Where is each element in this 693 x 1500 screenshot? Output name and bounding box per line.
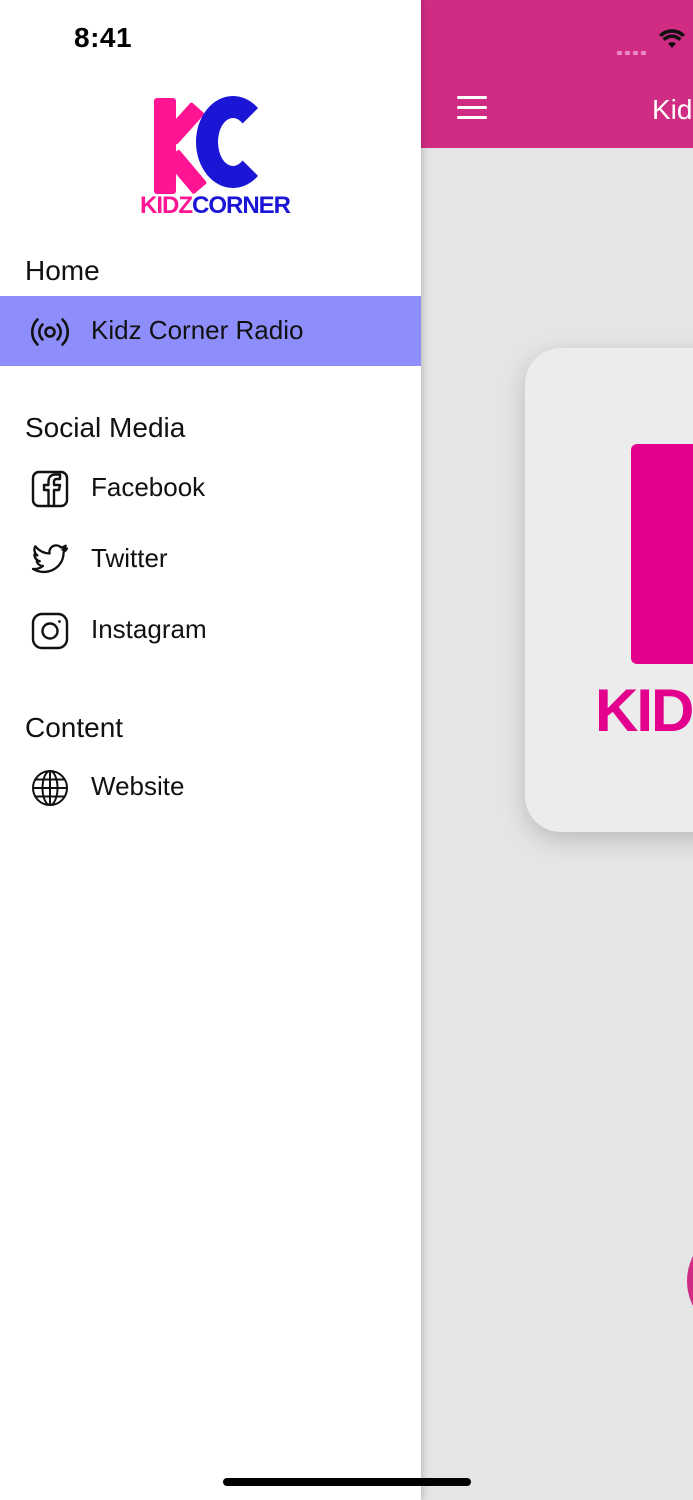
status-time: 8:41 <box>74 22 133 53</box>
home-indicator[interactable] <box>223 1478 471 1486</box>
menu-item-label: Kidz Corner Radio <box>91 315 304 345</box>
main-content: Kidz Corner Radio KIDZ <box>421 0 693 1500</box>
radio-broadcast-icon <box>30 318 70 346</box>
menu-item-label: Facebook <box>91 472 206 502</box>
twitter-icon <box>31 544 69 574</box>
section-title-home: Home <box>25 255 100 286</box>
cellular-signal-icon <box>617 42 651 55</box>
navigation-drawer: 8:41 KIDZCORNER Home Kidz Corner Radio S… <box>0 0 421 1500</box>
menu-item-label: Instagram <box>91 614 207 644</box>
status-icons <box>513 26 693 56</box>
menu-item-twitter[interactable]: Twitter <box>0 524 421 594</box>
menu-item-label: Twitter <box>91 543 168 573</box>
instagram-icon <box>31 612 69 650</box>
station-logo-text: KIDZ <box>595 677 693 744</box>
app-header: Kidz Corner Radio <box>421 0 693 148</box>
play-button[interactable] <box>687 1226 693 1336</box>
logo-c-letter <box>196 96 270 188</box>
section-title-content: Content <box>25 712 124 743</box>
logo-word-corner: CORNER <box>192 192 291 219</box>
page-title: Kidz Corner Radio <box>652 94 693 125</box>
menu-item-instagram[interactable]: Instagram <box>0 595 421 665</box>
section-title-social-media: Social Media <box>25 412 186 443</box>
menu-item-label: Website <box>91 771 185 801</box>
station-artwork-card: KIDZ <box>525 348 693 832</box>
menu-item-website[interactable]: Website <box>0 752 421 822</box>
globe-icon <box>32 770 68 806</box>
wifi-icon <box>659 29 685 48</box>
station-logo-image <box>631 444 693 664</box>
menu-item-kidz-corner-radio[interactable]: Kidz Corner Radio <box>0 296 421 366</box>
menu-button[interactable] <box>457 96 489 122</box>
logo-word-kidz: KIDZ <box>140 192 193 219</box>
kidz-corner-logo: KIDZCORNER <box>138 94 291 220</box>
logo-wordmark: KIDZCORNER <box>140 192 291 220</box>
menu-item-facebook[interactable]: Facebook <box>0 453 421 523</box>
facebook-icon <box>31 470 69 508</box>
